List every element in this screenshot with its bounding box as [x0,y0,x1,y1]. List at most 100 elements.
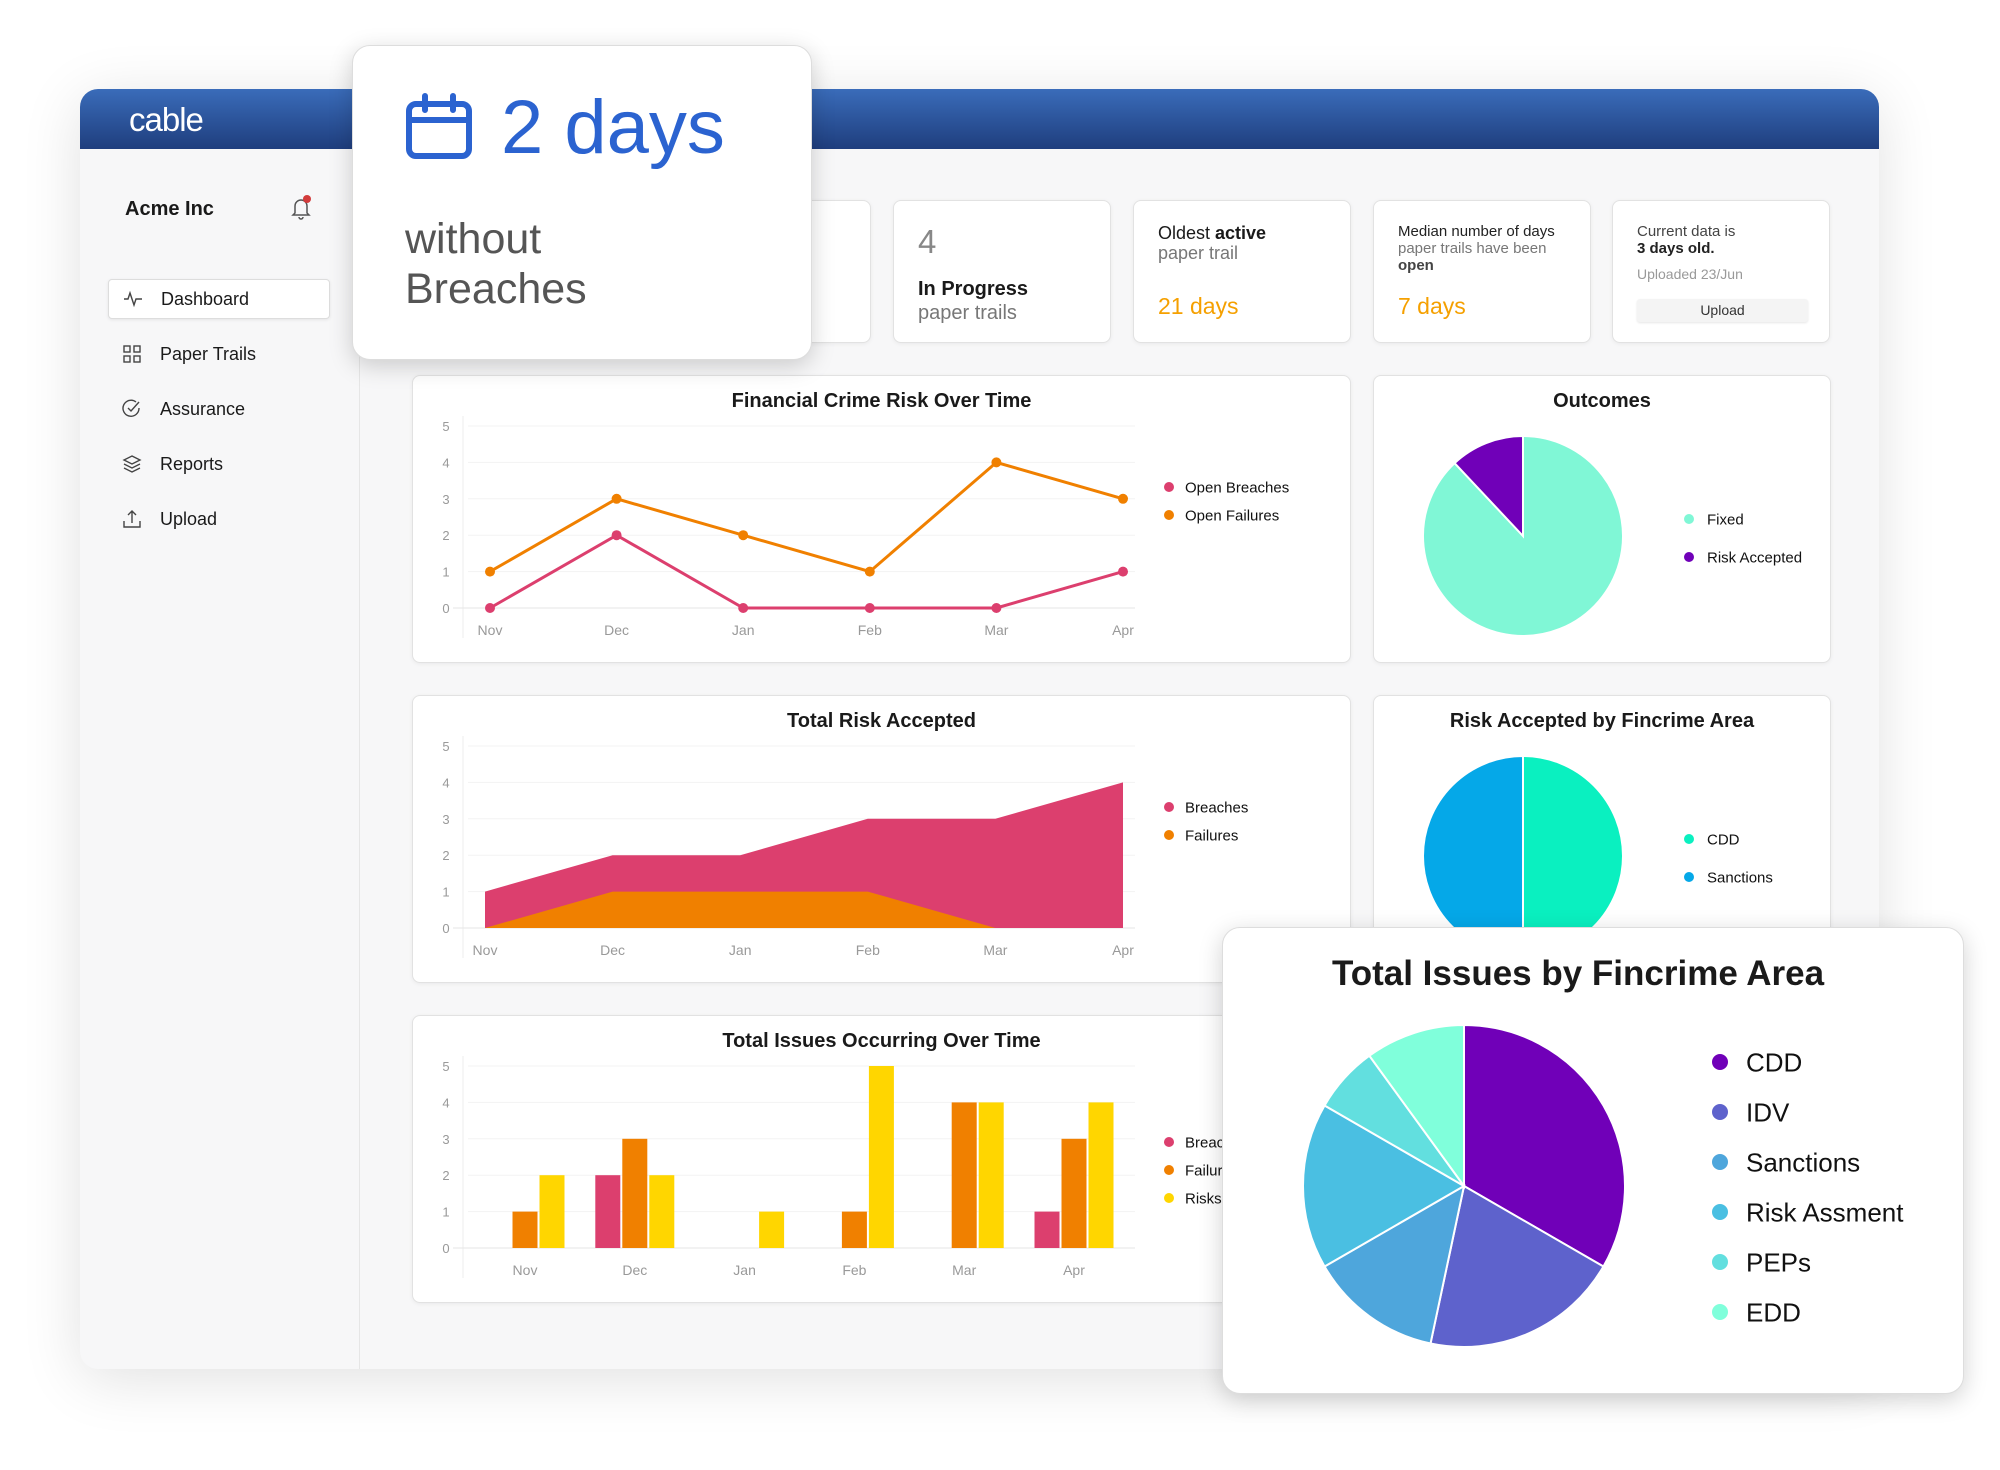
bar [1088,1102,1114,1248]
sidebar-item-label: Assurance [160,398,246,419]
y-tick-label: 5 [442,739,449,754]
x-tick-label: Jan [733,1262,756,1278]
legend-marker [1164,510,1174,520]
pie-slice [1522,754,1624,958]
data-point [991,603,1002,613]
legend-marker [1712,1154,1728,1170]
legend-marker [1684,834,1694,844]
legend-label: CDD [1746,1047,1802,1077]
data-point [611,530,622,541]
uploaded-date: Uploaded 23/Jun [1637,266,1743,282]
highlight-line1: without [405,215,542,263]
legend-marker [1164,1165,1174,1175]
y-tick-label: 5 [442,1059,449,1074]
in-progress-sub: paper trails [918,302,1017,324]
y-tick-label: 0 [442,601,449,616]
data-point [991,457,1002,468]
sidebar: Acme Inc Dashboard Paper Trails Assuranc… [80,149,360,1369]
check-circle-icon [122,399,140,417]
x-tick-label: Mar [983,942,1007,958]
y-tick-label: 3 [442,1132,449,1147]
oldest-sub: paper trail [1158,243,1239,263]
y-tick-label: 3 [442,492,449,507]
legend-marker [1164,1193,1174,1203]
pie-slice [1422,754,1524,958]
x-tick-label: Apr [1112,942,1134,958]
legend-label: Open Breaches [1185,479,1289,496]
calendar-icon [406,93,472,159]
current-line1: Current data is [1637,223,1736,240]
data-point [738,603,749,613]
highlight-line2: Breaches [405,265,587,313]
chart-svg: 012345Nov Dec Jan Feb Mar AprBreachesFailures… [442,1056,1248,1278]
bar [622,1138,648,1248]
x-tick-label: Jan [729,942,752,958]
sidebar-item-paper-trails[interactable]: Paper Trails [108,334,330,374]
y-tick-label: 4 [442,1095,449,1110]
legend-label: CDD [1707,831,1740,848]
total-issues-by-fincrime-area-card: Total Issues by Fincrime Area CDD IDV Sanc… [1222,927,1964,1394]
y-tick-label: 2 [442,528,449,543]
legend-marker [1712,1304,1728,1320]
top-bar: cable [80,89,1879,149]
y-tick-label: 2 [442,848,449,863]
x-tick-label: Jan [732,622,755,638]
x-tick-label: Dec [604,622,629,638]
sidebar-item-reports[interactable]: Reports [108,444,330,484]
legend-label: Breaches [1185,799,1248,816]
sidebar-item-label: Upload [160,508,218,529]
sidebar-item-upload[interactable]: Upload [108,499,330,539]
upload-button[interactable]: Upload [1637,299,1808,322]
series-line [489,460,1124,574]
legend-marker [1684,872,1694,882]
x-tick-label: Nov [513,1262,538,1278]
activity-icon [124,290,142,308]
y-tick-label: 1 [442,885,449,900]
legend-marker [1164,802,1174,812]
bar [1061,1138,1087,1248]
grid-icon [123,345,141,363]
cable-logo: cable [129,101,204,138]
legend-marker [1164,830,1174,840]
sidebar-item-label: Dashboard [161,288,250,309]
data-point [1118,566,1128,577]
legend-label: Sanctions [1746,1147,1860,1177]
stat-card-oldest[interactable]: Oldest active paper trail 21 days [1133,200,1351,343]
x-tick-label: Apr [1112,622,1134,638]
stat-card-in-progress[interactable]: 4 In Progress paper trails [893,200,1111,343]
sidebar-item-assurance[interactable]: Assurance [108,389,330,429]
legend-label: Sanctions [1707,869,1773,886]
x-tick-label: Dec [600,942,625,958]
notification-bell-icon[interactable] [290,195,312,226]
median-line1: Median number of days [1398,223,1555,240]
sidebar-item-dashboard[interactable]: Dashboard [108,279,330,319]
chart-card-total-issues-over-time: Total Issues Occurring Over Time 0 1 2 3 4 5 No… [412,1015,1351,1303]
bar [1034,1211,1060,1248]
legend-marker [1712,1054,1728,1070]
upload-icon [123,510,141,528]
y-tick-label: 0 [442,1241,449,1256]
median-value: 7 days [1398,293,1466,319]
x-tick-label: Feb [858,622,882,638]
data-point [864,603,875,613]
stat-card-median[interactable]: Median number of days paper trails have … [1373,200,1591,343]
y-tick-label: 2 [442,1168,449,1183]
y-tick-label: 0 [442,921,449,936]
in-progress-count: 4 [918,223,937,260]
legend-marker [1712,1204,1728,1220]
median-bold: open [1398,257,1434,274]
y-tick-label: 1 [442,1205,449,1220]
y-tick-label: 5 [442,419,449,434]
stat-card-current-data: Current data is 3 days old. Uploaded 23/… [1612,200,1830,343]
data-point [485,603,495,613]
legend-marker [1684,552,1694,562]
bar [841,1211,867,1248]
legend-label: PEPs [1746,1247,1811,1277]
org-name: Acme Inc [125,198,214,220]
x-tick-label: Feb [842,1262,866,1278]
legend-label: Risks [1185,1190,1222,1207]
legend-label: EDD [1746,1297,1801,1327]
y-tick-label: 3 [442,812,449,827]
x-tick-label: Mar [984,622,1008,638]
legend-marker [1712,1104,1728,1120]
